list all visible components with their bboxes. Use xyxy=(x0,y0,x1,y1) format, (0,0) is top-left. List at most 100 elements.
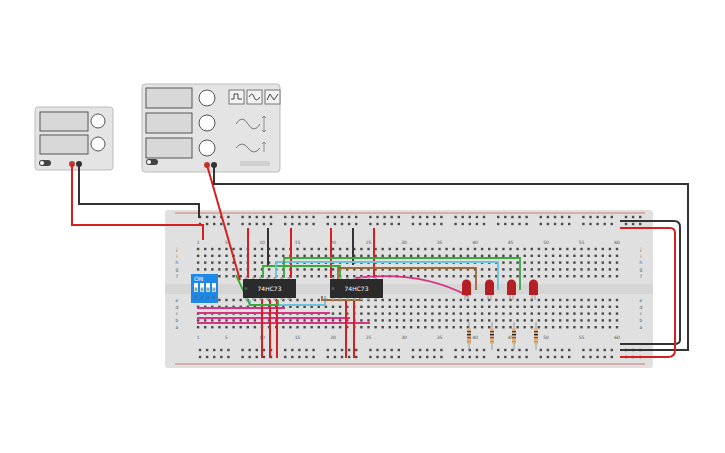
ic-chip[interactable]: 74HC73 xyxy=(330,277,383,300)
hole[interactable] xyxy=(424,306,426,308)
hole[interactable] xyxy=(431,312,433,314)
hole[interactable] xyxy=(552,261,554,263)
voltage-knob-icon[interactable] xyxy=(91,114,105,128)
hole[interactable] xyxy=(438,255,440,257)
rail-hole[interactable] xyxy=(483,356,485,358)
hole[interactable] xyxy=(282,319,284,321)
rail-hole[interactable] xyxy=(312,223,314,225)
rail-hole[interactable] xyxy=(341,216,343,218)
hole[interactable] xyxy=(559,326,561,328)
hole[interactable] xyxy=(595,306,597,308)
hole[interactable] xyxy=(516,255,518,257)
hole[interactable] xyxy=(296,248,298,250)
hole[interactable] xyxy=(609,319,611,321)
rail-hole[interactable] xyxy=(561,356,563,358)
hole[interactable] xyxy=(218,261,220,263)
hole[interactable] xyxy=(254,255,256,257)
hole[interactable] xyxy=(339,306,341,308)
rail-hole[interactable] xyxy=(291,356,293,358)
rail-hole[interactable] xyxy=(632,216,634,218)
hole[interactable] xyxy=(303,326,305,328)
rail-hole[interactable] xyxy=(376,216,378,218)
hole[interactable] xyxy=(580,275,582,277)
hole[interactable] xyxy=(275,255,277,257)
hole[interactable] xyxy=(211,268,213,270)
hole[interactable] xyxy=(573,326,575,328)
hole[interactable] xyxy=(445,248,447,250)
hole[interactable] xyxy=(531,255,533,257)
power-switch[interactable] xyxy=(39,160,51,166)
hole[interactable] xyxy=(303,306,305,308)
hole[interactable] xyxy=(566,299,568,301)
rail-hole[interactable] xyxy=(561,349,563,351)
hole[interactable] xyxy=(296,299,298,301)
hole[interactable] xyxy=(445,306,447,308)
hole[interactable] xyxy=(332,319,334,321)
rail-hole[interactable] xyxy=(220,356,222,358)
hole[interactable] xyxy=(602,299,604,301)
hole[interactable] xyxy=(552,255,554,257)
rail-hole[interactable] xyxy=(327,349,329,351)
hole[interactable] xyxy=(232,248,234,250)
hole[interactable] xyxy=(360,312,362,314)
hole[interactable] xyxy=(396,299,398,301)
hole[interactable] xyxy=(346,255,348,257)
rail-hole[interactable] xyxy=(341,223,343,225)
hole[interactable] xyxy=(445,312,447,314)
power-supply[interactable] xyxy=(35,107,113,170)
rail-hole[interactable] xyxy=(483,349,485,351)
hole[interactable] xyxy=(240,319,242,321)
hole[interactable] xyxy=(595,268,597,270)
hole[interactable] xyxy=(595,261,597,263)
hole[interactable] xyxy=(360,255,362,257)
hole[interactable] xyxy=(609,268,611,270)
hole[interactable] xyxy=(616,275,618,277)
dip-toggle[interactable]: 3 xyxy=(206,283,210,300)
hole[interactable] xyxy=(587,312,589,314)
hole[interactable] xyxy=(382,255,384,257)
hole[interactable] xyxy=(232,268,234,270)
hole[interactable] xyxy=(602,268,604,270)
hole[interactable] xyxy=(552,299,554,301)
hole[interactable] xyxy=(367,306,369,308)
hole[interactable] xyxy=(580,312,582,314)
hole[interactable] xyxy=(616,326,618,328)
rail-hole[interactable] xyxy=(604,216,606,218)
hole[interactable] xyxy=(374,319,376,321)
hole[interactable] xyxy=(488,326,490,328)
hole[interactable] xyxy=(431,326,433,328)
resistor[interactable] xyxy=(512,322,516,350)
rail-hole[interactable] xyxy=(312,356,314,358)
hole[interactable] xyxy=(538,261,540,263)
hole[interactable] xyxy=(602,306,604,308)
hole[interactable] xyxy=(595,312,597,314)
rail-hole[interactable] xyxy=(263,216,265,218)
rail-hole[interactable] xyxy=(284,349,286,351)
hole[interactable] xyxy=(467,275,469,277)
hole[interactable] xyxy=(502,261,504,263)
rail-hole[interactable] xyxy=(241,223,243,225)
hole[interactable] xyxy=(587,306,589,308)
hole[interactable] xyxy=(545,248,547,250)
hole[interactable] xyxy=(396,319,398,321)
hole[interactable] xyxy=(552,312,554,314)
rail-hole[interactable] xyxy=(462,356,464,358)
rail-hole[interactable] xyxy=(348,356,350,358)
rail-hole[interactable] xyxy=(263,223,265,225)
hole[interactable] xyxy=(545,268,547,270)
hole[interactable] xyxy=(616,306,618,308)
hole[interactable] xyxy=(417,275,419,277)
hole[interactable] xyxy=(417,299,419,301)
rail-hole[interactable] xyxy=(348,216,350,218)
hole[interactable] xyxy=(481,319,483,321)
rail-hole[interactable] xyxy=(284,356,286,358)
hole[interactable] xyxy=(311,268,313,270)
hole[interactable] xyxy=(474,248,476,250)
rail-hole[interactable] xyxy=(511,356,513,358)
hole[interactable] xyxy=(545,326,547,328)
hole[interactable] xyxy=(488,248,490,250)
rail-hole[interactable] xyxy=(305,349,307,351)
hole[interactable] xyxy=(566,261,568,263)
rail-hole[interactable] xyxy=(568,356,570,358)
hole[interactable] xyxy=(382,306,384,308)
